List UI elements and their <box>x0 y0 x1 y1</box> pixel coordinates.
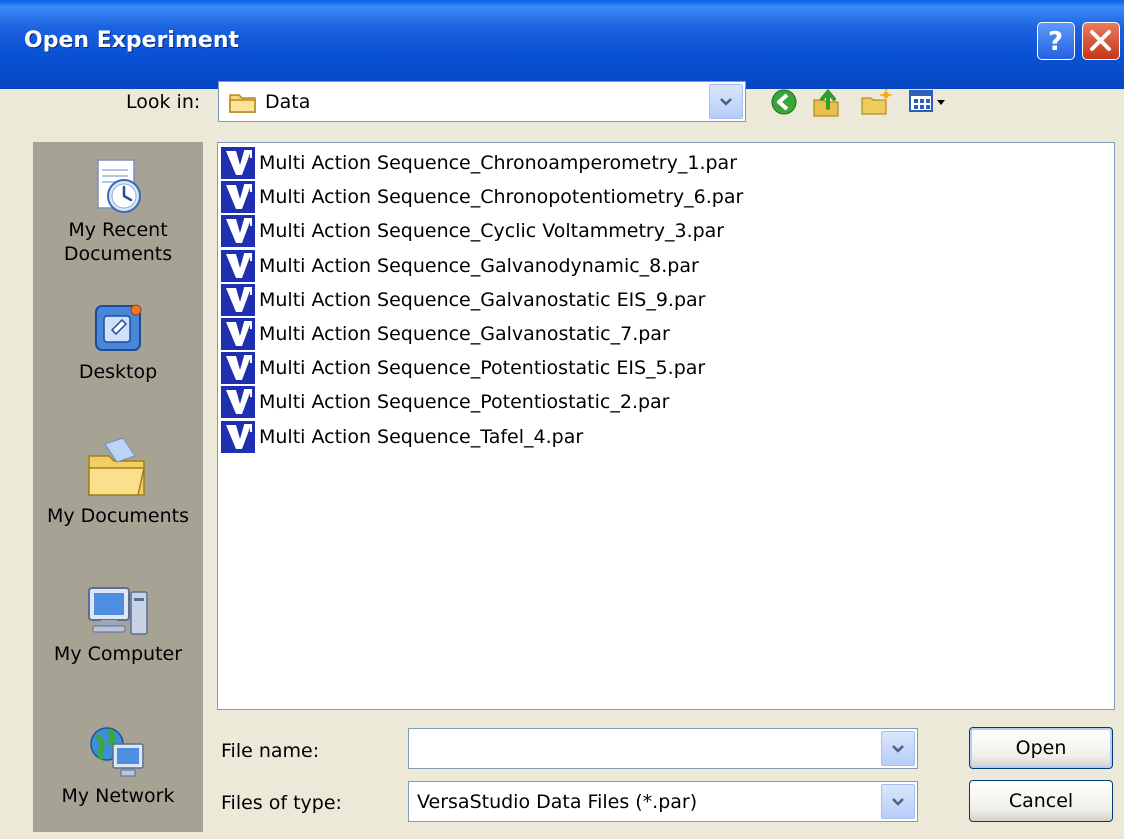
versastudio-file-icon <box>221 318 255 350</box>
place-my-recent-documents[interactable]: My Recent Documents <box>33 156 203 266</box>
file-name-text: Multi Action Sequence_Cyclic Voltammetry… <box>259 220 725 243</box>
versastudio-file-icon <box>221 283 255 316</box>
folder-icon <box>229 91 257 117</box>
look-in-dropdown-button[interactable] <box>709 84 743 119</box>
versastudio-file-icon <box>221 420 255 453</box>
place-label: My Documents <box>46 505 189 527</box>
file-list-item[interactable]: Multi Action Sequence_Galvanostatic_7.pa… <box>221 318 670 350</box>
place-desktop[interactable]: Desktop <box>33 296 203 384</box>
file-name-text: Multi Action Sequence_Potentiostatic EIS… <box>259 357 706 380</box>
file-name-dropdown-button[interactable] <box>881 731 915 766</box>
desktop-icon <box>95 304 142 351</box>
place-label: My Computer <box>53 643 183 665</box>
chevron-down-icon <box>892 745 904 753</box>
look-in-dropdown[interactable]: Data <box>218 81 746 122</box>
files-of-type-label: Files of type: <box>221 792 342 814</box>
file-name-text: Multi Action Sequence_Galvanostatic_7.pa… <box>259 323 670 345</box>
file-name-text: Multi Action Sequence_Chronopotentiometr… <box>259 186 744 209</box>
versastudio-file-icon <box>221 352 255 385</box>
window-title: Open Experiment <box>24 28 239 53</box>
look-in-value: Data <box>265 91 311 113</box>
file-list-item[interactable]: Multi Action Sequence_Chronoamperometry_… <box>221 147 737 179</box>
views-menu-icon <box>909 90 945 112</box>
my-network-icon <box>90 727 144 777</box>
place-label: Desktop <box>78 361 158 383</box>
place-label: My Network <box>61 785 175 807</box>
new-folder-button[interactable] <box>860 88 892 122</box>
versastudio-file-icon <box>221 386 255 419</box>
file-name-text: Multi Action Sequence_Tafel_4.par <box>259 425 584 448</box>
new-folder-icon <box>861 89 892 115</box>
back-button[interactable] <box>770 88 798 120</box>
file-list[interactable]: Multi Action Sequence_Chronoamperometry_… <box>217 142 1115 710</box>
file-name-field[interactable] <box>408 728 918 769</box>
up-folder-icon <box>813 88 839 117</box>
versastudio-file-icon <box>221 215 255 248</box>
up-folder-button[interactable] <box>812 88 842 122</box>
look-in-label: Look in: <box>126 91 201 113</box>
recent-documents-icon <box>97 159 141 213</box>
place-my-documents[interactable]: My Documents <box>33 434 203 528</box>
open-button[interactable]: Open <box>969 727 1113 769</box>
file-name-label: File name: <box>221 740 320 762</box>
title-bar: Open Experiment ? <box>0 0 1124 89</box>
file-list-item[interactable]: Multi Action Sequence_Potentiostatic_2.p… <box>221 386 670 419</box>
file-list-item[interactable]: Multi Action Sequence_Galvanodynamic_8.p… <box>221 249 699 282</box>
place-my-computer[interactable]: My Computer <box>33 578 203 666</box>
file-name-text: Multi Action Sequence_Galvanodynamic_8.p… <box>259 254 699 277</box>
place-my-network[interactable]: My Network <box>33 722 203 808</box>
versastudio-file-icon <box>221 147 255 179</box>
versastudio-file-icon <box>221 249 255 282</box>
file-list-item[interactable]: Multi Action Sequence_Tafel_4.par <box>221 420 584 453</box>
place-label-line2: Documents <box>63 243 173 265</box>
file-list-item[interactable]: Multi Action Sequence_Potentiostatic EIS… <box>221 352 706 385</box>
file-list-item[interactable]: Multi Action Sequence_Cyclic Voltammetry… <box>221 215 725 248</box>
chevron-down-icon <box>892 798 904 806</box>
place-label: My Recent <box>68 219 168 241</box>
file-name-text: Multi Action Sequence_Potentiostatic_2.p… <box>259 391 670 414</box>
my-computer-icon <box>88 587 148 635</box>
places-bar: My Recent Documents Desktop My Documents… <box>33 142 203 832</box>
file-list-item[interactable]: Multi Action Sequence_Chronopotentiometr… <box>221 181 744 214</box>
file-name-text: Multi Action Sequence_Galvanostatic EIS_… <box>259 288 706 311</box>
files-of-type-dropdown[interactable]: VersaStudio Data Files (*.par) <box>408 781 918 822</box>
cancel-button[interactable]: Cancel <box>969 780 1113 822</box>
close-icon <box>1090 30 1111 51</box>
views-menu-button[interactable] <box>908 88 950 120</box>
my-documents-icon <box>88 437 145 496</box>
file-list-item[interactable]: Multi Action Sequence_Galvanostatic EIS_… <box>221 283 706 316</box>
close-button[interactable] <box>1082 22 1120 60</box>
question-mark-icon: ? <box>1048 27 1063 57</box>
files-of-type-value: VersaStudio Data Files (*.par) <box>417 791 698 813</box>
versastudio-file-icon <box>221 181 255 214</box>
back-arrow-icon <box>771 89 797 115</box>
chevron-down-icon <box>720 98 732 106</box>
help-button[interactable]: ? <box>1037 22 1075 60</box>
file-name-text: Multi Action Sequence_Chronoamperometry_… <box>259 152 738 174</box>
svg-text:?: ? <box>1048 27 1063 57</box>
files-of-type-dropdown-button[interactable] <box>881 784 915 819</box>
